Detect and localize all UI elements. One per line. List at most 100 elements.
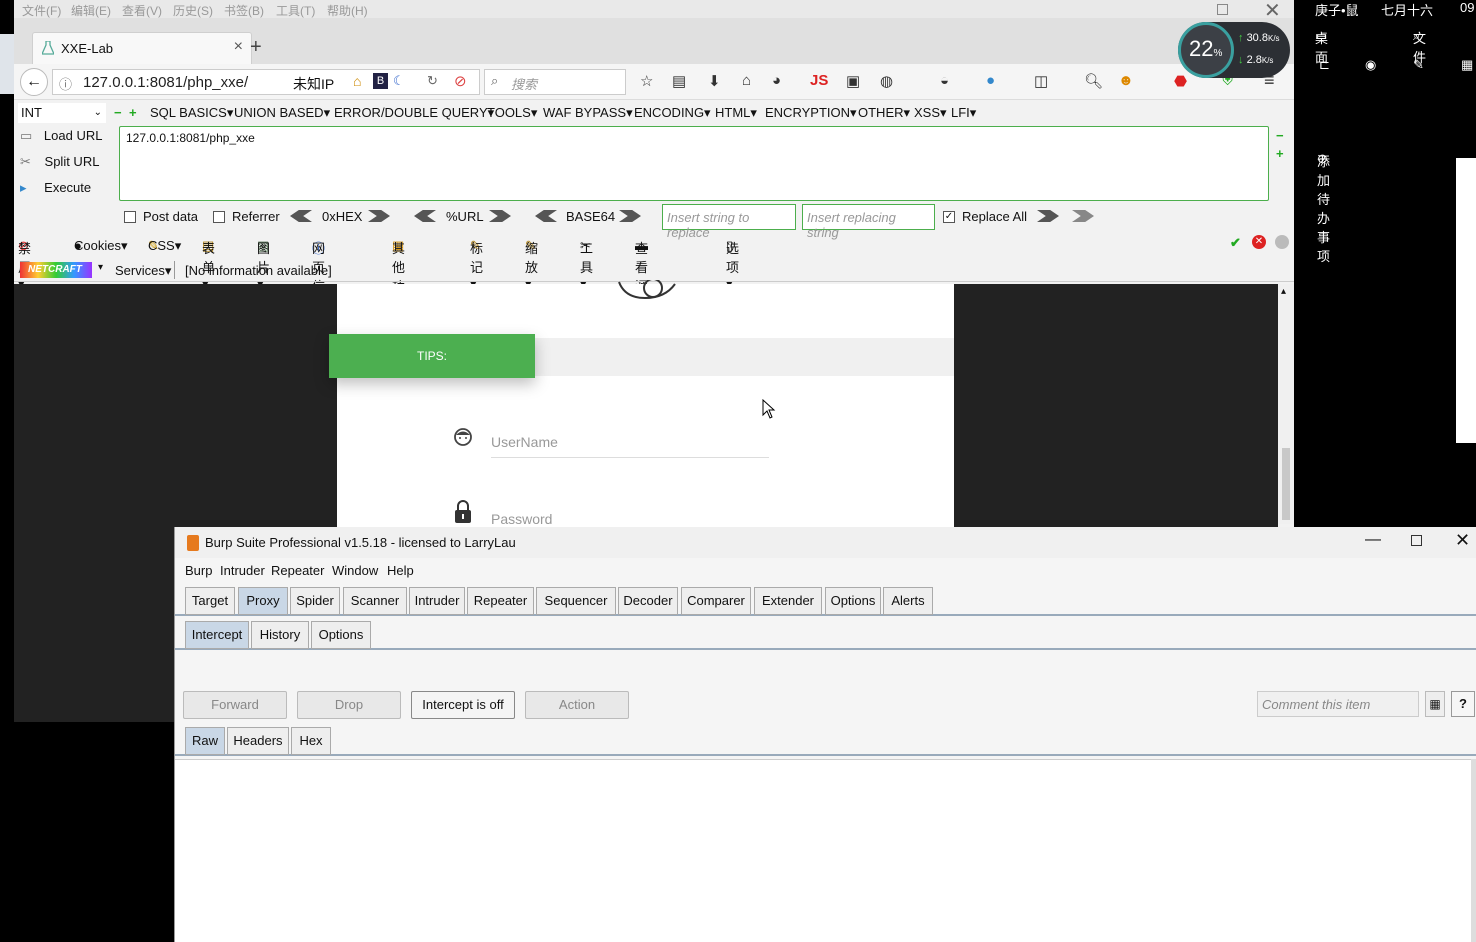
hackbar-menu-union-based[interactable]: UNION BASED▾ xyxy=(234,105,330,121)
subtab-options[interactable]: Options xyxy=(311,621,371,649)
edit-icon[interactable]: ✎ xyxy=(1413,57,1424,73)
load-url-button[interactable]: ▭ Load URL xyxy=(20,128,102,144)
minus-icon[interactable]: − xyxy=(114,105,122,120)
menu-tools[interactable]: 工具(T) xyxy=(276,2,315,19)
hackbar-menu-tools[interactable]: TOOLS▾ xyxy=(487,105,537,121)
subtab-intercept[interactable]: Intercept xyxy=(185,621,249,649)
info-icon[interactable]: ⓘ xyxy=(59,74,72,93)
help-icon[interactable]: ? xyxy=(1451,691,1475,717)
grid-icon[interactable]: ▦ xyxy=(1461,57,1473,73)
crop-icon[interactable]: ⊏ xyxy=(1319,57,1330,73)
menu-edit[interactable]: 编辑(E) xyxy=(71,2,111,19)
tab-repeater[interactable]: Repeater xyxy=(467,587,534,615)
error-icon[interactable]: ✕ xyxy=(1252,235,1266,249)
zoom-icon[interactable]: 🔍︎ xyxy=(1084,72,1103,90)
status-gray-icon[interactable] xyxy=(1275,235,1289,249)
maximize-icon[interactable] xyxy=(1217,4,1228,15)
translate-icon[interactable]: ▣ xyxy=(846,72,860,90)
valid-check-icon[interactable]: ✔ xyxy=(1230,235,1241,251)
hex-decode-arrow[interactable] xyxy=(290,210,312,222)
base64-encode-arrow[interactable] xyxy=(619,210,641,222)
hackbar-menu-lfi[interactable]: LFI▾ xyxy=(951,105,976,121)
eye-icon[interactable]: ◉ xyxy=(1365,57,1376,73)
tab-proxy[interactable]: Proxy xyxy=(238,587,288,615)
hackbar-menu-waf-bypass[interactable]: WAF BYPASS▾ xyxy=(543,105,633,121)
url-encode-arrow[interactable] xyxy=(489,210,511,222)
burp-menu-intruder[interactable]: Intruder xyxy=(220,563,265,578)
burp-menu-help[interactable]: Help xyxy=(387,563,414,578)
tab-scanner[interactable]: Scanner xyxy=(343,587,407,615)
hex-encode-arrow[interactable] xyxy=(368,210,390,222)
hackbar-url-textarea[interactable]: 127.0.0.1:8081/php_xxe xyxy=(119,126,1269,201)
search-box[interactable]: ⌕ 搜索 xyxy=(484,69,626,95)
menu-bookmarks[interactable]: 书签(B) xyxy=(224,2,264,19)
hackbar-menu-sql-basics[interactable]: SQL BASICS▾ xyxy=(150,105,233,121)
netcraft-services[interactable]: Services▾ xyxy=(115,263,171,279)
netcraft-dropdown-icon[interactable]: ▾ xyxy=(98,262,103,273)
referrer-checkbox[interactable] xyxy=(213,211,225,223)
shrink-icon[interactable]: − xyxy=(1276,128,1284,143)
new-tab-icon[interactable]: + xyxy=(250,36,262,59)
editor-scrollbar[interactable] xyxy=(1471,759,1476,942)
hackbar-menu-other[interactable]: OTHER▾ xyxy=(858,105,910,121)
username-input[interactable]: UserName xyxy=(491,434,769,458)
tab-intruder[interactable]: Intruder xyxy=(409,587,465,615)
reading-list-icon[interactable]: ▤ xyxy=(672,72,686,90)
bookmark-star-icon[interactable]: ☆ xyxy=(640,72,653,90)
tab-comparer[interactable]: Comparer xyxy=(681,587,751,615)
url-decode-arrow[interactable] xyxy=(414,210,436,222)
burp-menu-window[interactable]: Window xyxy=(332,563,378,578)
browser-tab[interactable]: XXE-Lab × xyxy=(32,32,252,64)
hackbar-menu-error-double-query[interactable]: ERROR/DOUBLE QUERY▾ xyxy=(334,105,494,121)
view-tab-hex[interactable]: Hex xyxy=(291,727,331,755)
replace-arrow[interactable] xyxy=(1037,210,1059,222)
hackbar-menu-xss[interactable]: XSS▾ xyxy=(914,105,947,121)
hackbar-menu-encoding[interactable]: ENCODING▾ xyxy=(634,105,711,121)
adblock-icon[interactable]: ⬣ xyxy=(1174,72,1187,90)
replacing-string-input[interactable]: Insert replacing string xyxy=(802,204,935,240)
forward-button[interactable]: Forward xyxy=(183,691,287,719)
subtab-history[interactable]: History xyxy=(251,621,309,649)
replace-back-arrow[interactable] xyxy=(1072,210,1094,222)
scroll-up-icon[interactable]: ▴ xyxy=(1281,286,1286,297)
tab-extender[interactable]: Extender xyxy=(754,587,822,615)
tab-options[interactable]: Options xyxy=(825,587,881,615)
maximize-icon[interactable] xyxy=(1411,535,1422,546)
hackbar-menu-html[interactable]: HTML▾ xyxy=(715,105,757,121)
hackbar-menu-encryption[interactable]: ENCRYPTION▾ xyxy=(765,105,857,121)
hat-icon[interactable]: ◒ xyxy=(940,72,949,89)
screenshot-icon[interactable]: ◫ xyxy=(1034,72,1048,90)
home-icon[interactable]: ⌂ xyxy=(742,72,751,89)
tab-decoder[interactable]: Decoder xyxy=(618,587,678,615)
message-editor[interactable] xyxy=(175,759,1471,942)
replace-all-checkbox[interactable]: ✓ xyxy=(943,211,955,223)
tab-spider[interactable]: Spider xyxy=(290,587,340,615)
view-tab-headers[interactable]: Headers xyxy=(227,727,289,755)
url-bar[interactable]: ⓘ 127.0.0.1:8081/php_xxe/ 未知IP ⌂ B ☾ ↻ xyxy=(52,69,480,95)
back-button[interactable]: ← xyxy=(20,68,48,96)
menu-view[interactable]: 查看(V) xyxy=(122,2,162,19)
tab-sequencer[interactable]: Sequencer xyxy=(536,587,616,615)
close-tab-icon[interactable]: × xyxy=(234,38,243,56)
netcraft-logo[interactable]: NETCRAFT xyxy=(20,262,92,278)
addon-icon[interactable]: ◕ xyxy=(772,72,781,89)
post-data-checkbox[interactable] xyxy=(124,211,136,223)
palette-icon[interactable]: ◍ xyxy=(880,72,893,90)
burp-menu-burp[interactable]: Burp xyxy=(185,563,212,578)
intercept-toggle-button[interactable]: Intercept is off xyxy=(411,691,515,719)
reload-icon[interactable]: ↻ xyxy=(427,73,438,89)
comment-input[interactable]: Comment this item xyxy=(1257,691,1419,717)
js-icon[interactable]: JS xyxy=(810,72,828,89)
scroll-thumb[interactable] xyxy=(1282,448,1290,520)
action-button[interactable]: Action xyxy=(525,691,629,719)
monkey-icon[interactable]: ☻ xyxy=(1118,72,1134,89)
replace-string-input[interactable]: Insert string to replace xyxy=(662,204,796,240)
close-icon[interactable]: ✕ xyxy=(1455,530,1470,551)
download-icon[interactable]: ⬇ xyxy=(708,72,721,90)
close-window-icon[interactable]: ✕ xyxy=(1264,0,1281,23)
plus-icon[interactable]: + xyxy=(129,105,137,120)
tab-alerts[interactable]: Alerts xyxy=(883,587,933,615)
minimize-icon[interactable]: — xyxy=(1365,531,1381,549)
page-scrollbar[interactable]: ▴ xyxy=(1278,284,1294,524)
drop-button[interactable]: Drop xyxy=(297,691,401,719)
